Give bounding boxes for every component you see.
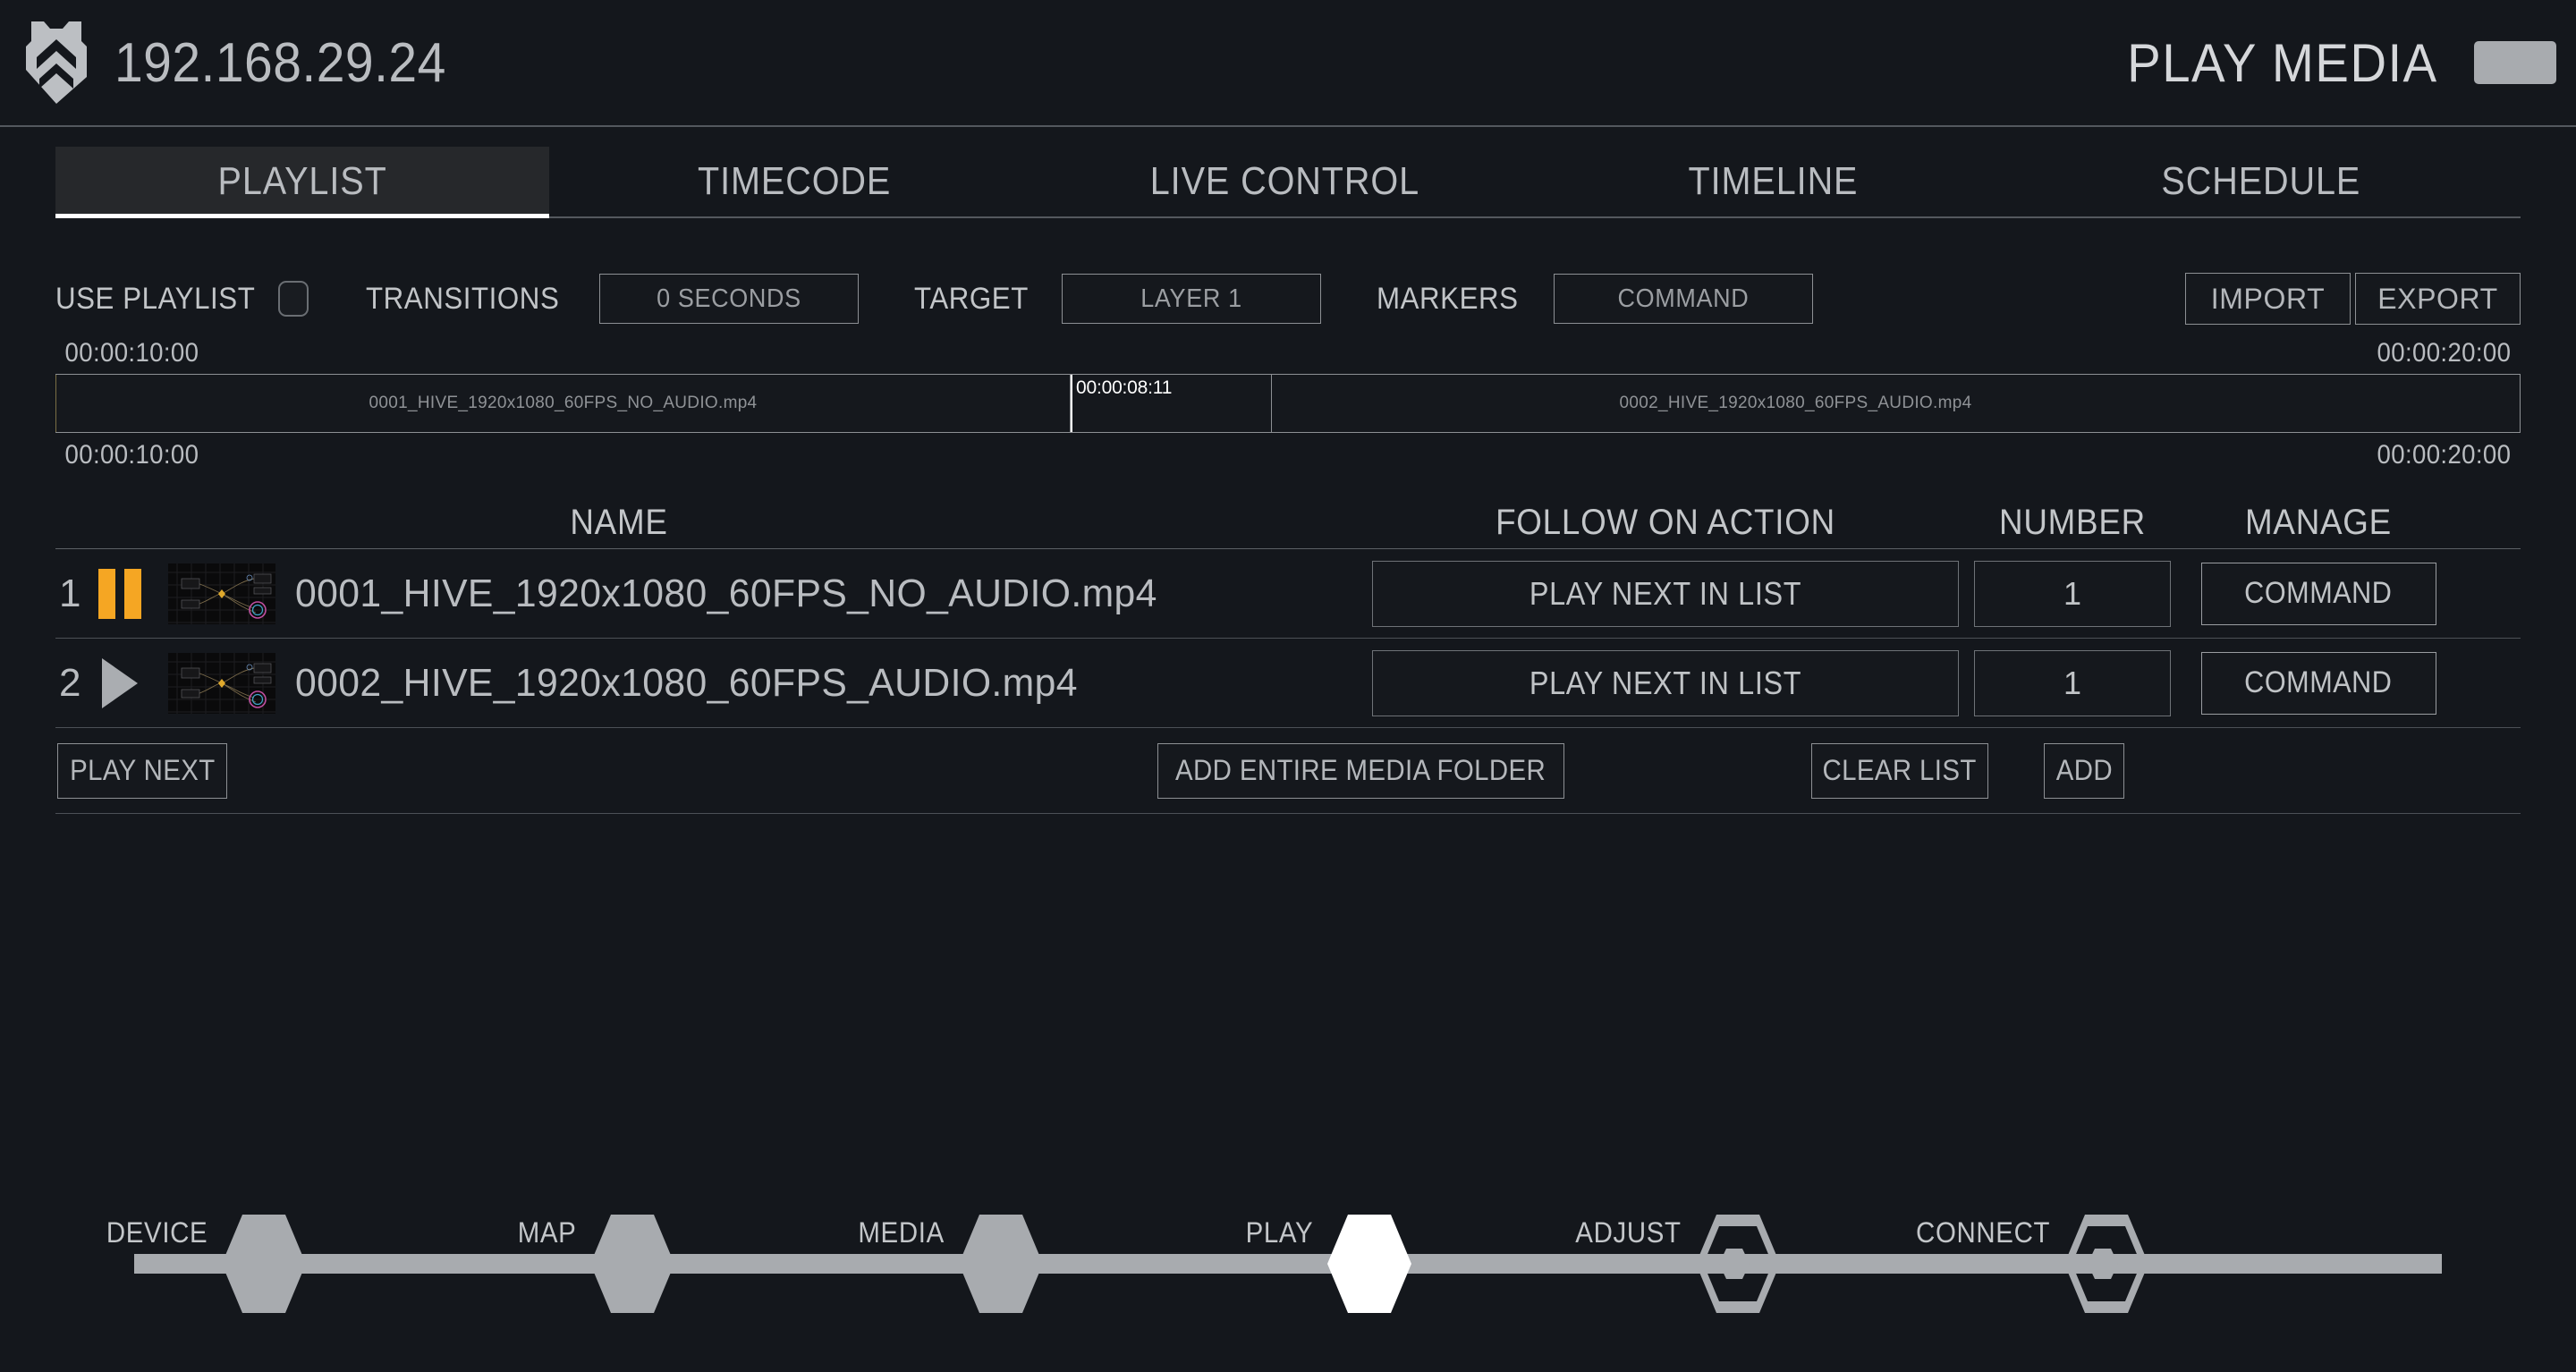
timeline-end-time-top: 00:00:20:00 — [2377, 338, 2512, 368]
transitions-label: TRANSITIONS — [365, 281, 560, 316]
export-label: EXPORT — [2377, 282, 2498, 315]
timeline-strip: 00:00:10:00 00:00:20:00 0001_HIVE_1920x1… — [55, 338, 2521, 470]
playlist-table: NAME FOLLOW ON ACTION NUMBER MANAGE 1 00… — [55, 494, 2521, 814]
tab-playlist[interactable]: PLAYLIST — [55, 147, 549, 218]
tab-live-control[interactable]: LIVE CONTROL — [1039, 147, 1530, 216]
hexagon-outline-icon — [1696, 1215, 1780, 1313]
playlist-footer-actions: PLAY NEXT ADD ENTIRE MEDIA FOLDER CLEAR … — [55, 728, 2521, 814]
timeline-clip-2[interactable]: 0002_HIVE_1920x1080_60FPS_AUDIO.mp4 — [1071, 375, 2521, 432]
playlist-row-2-number-cell: 1 — [1961, 649, 2184, 716]
playlist-row-2-command-button[interactable]: COMMAND — [2200, 651, 2436, 715]
playlist-row-1-name-cell: 1 0001_HIVE_1920x1080_60FPS_NO_AUDIO.mp4 — [55, 563, 1370, 624]
column-header-number: NUMBER — [1999, 503, 2146, 542]
add-entire-media-folder-button[interactable]: ADD ENTIRE MEDIA FOLDER — [1157, 742, 1564, 799]
playlist-row-2-index: 2 — [59, 660, 81, 705]
timeline-times-bottom: 00:00:10:00 00:00:20:00 — [55, 440, 2521, 470]
playlist-header-row: NAME FOLLOW ON ACTION NUMBER MANAGE — [55, 494, 2521, 549]
timeline-clip-1[interactable]: 0001_HIVE_1920x1080_60FPS_NO_AUDIO.mp4 — [55, 375, 1071, 432]
target-value: LAYER 1 — [1140, 284, 1242, 313]
playlist-row-1-index: 1 — [59, 571, 81, 615]
video-thumbnail[interactable] — [168, 652, 275, 714]
table-row[interactable]: 1 0001_HIVE_1920x1080_60FPS_NO_AUDIO.mp4… — [55, 549, 2521, 639]
hexagon-filled-icon — [590, 1215, 674, 1313]
clear-list-button[interactable]: CLEAR LIST — [1811, 742, 1988, 799]
use-playlist-label: USE PLAYLIST — [55, 281, 256, 316]
timeline-start-time-bottom: 00:00:10:00 — [64, 440, 199, 470]
wizard-step-map-label: MAP — [517, 1216, 576, 1249]
playlist-control-strip: USE PLAYLIST TRANSITIONS 0 SECONDS TARGE… — [55, 273, 2521, 325]
tab-schedule[interactable]: SCHEDULE — [2017, 147, 2504, 216]
playlist-row-2-number-input[interactable]: 1 — [1974, 649, 2171, 716]
wizard-step-connect-label: CONNECT — [1915, 1216, 2050, 1249]
import-button[interactable]: IMPORT — [2185, 273, 2351, 325]
setup-wizard-stepper: DEVICE MAP MEDIA PLAY ADJUST CONNECT — [106, 1173, 2442, 1317]
video-thumbnail[interactable] — [168, 563, 275, 624]
tab-schedule-label: SCHEDULE — [2161, 159, 2360, 203]
hexagon-current-icon — [1327, 1215, 1411, 1313]
markers-value: COMMAND — [1617, 284, 1750, 313]
playlist-row-1-action-cell: PLAY NEXT IN LIST — [1370, 560, 1961, 627]
playlist-row-2-follow-on-action-select[interactable]: PLAY NEXT IN LIST — [1372, 649, 1959, 716]
timeline-times-top: 00:00:10:00 00:00:20:00 — [55, 338, 2521, 368]
playlist-row-2-action-cell: PLAY NEXT IN LIST — [1370, 649, 1961, 716]
target-select[interactable]: LAYER 1 — [1061, 274, 1321, 324]
hexagon-filled-icon — [222, 1215, 306, 1313]
timeline-clip-2-label: 0002_HIVE_1920x1080_60FPS_AUDIO.mp4 — [1619, 394, 1972, 412]
import-label: IMPORT — [2210, 282, 2326, 315]
playlist-row-2-manage-cell: COMMAND — [2184, 651, 2453, 715]
tab-timecode[interactable]: TIMECODE — [549, 147, 1039, 216]
page-title: PLAY MEDIA — [2127, 32, 2438, 93]
target-label: TARGET — [913, 281, 1029, 316]
wizard-step-device-label: DEVICE — [106, 1216, 208, 1249]
tab-timecode-label: TIMECODE — [697, 159, 892, 203]
playlist-row-1-command-button[interactable]: COMMAND — [2200, 562, 2436, 625]
playlist-row-2-name-cell: 2 0002_HIVE_1920x1080_60FPS_AUDIO.mp4 — [55, 652, 1370, 714]
markers-select[interactable]: COMMAND — [1554, 274, 1814, 324]
export-button[interactable]: EXPORT — [2355, 273, 2521, 325]
menu-button[interactable] — [2474, 41, 2556, 84]
wizard-step-play-label: PLAY — [1245, 1216, 1313, 1249]
timeline-end-time-bottom: 00:00:20:00 — [2377, 440, 2512, 470]
playlist-row-1-filename: 0001_HIVE_1920x1080_60FPS_NO_AUDIO.mp4 — [295, 571, 1157, 615]
add-button[interactable]: ADD — [2044, 742, 2124, 799]
tab-timeline-label: TIMELINE — [1688, 159, 1859, 203]
import-export-group: IMPORT EXPORT — [2185, 273, 2521, 325]
markers-label: MARKERS — [1376, 281, 1519, 316]
pause-icon[interactable] — [98, 568, 154, 619]
hexagon-outline-icon — [2064, 1215, 2148, 1313]
timeline-clip-1-label: 0001_HIVE_1920x1080_60FPS_NO_AUDIO.mp4 — [369, 394, 758, 412]
playlist-row-1-number-input[interactable]: 1 — [1974, 560, 2171, 627]
transitions-value: 0 SECONDS — [657, 284, 801, 313]
playlist-row-2-filename: 0002_HIVE_1920x1080_60FPS_AUDIO.mp4 — [295, 660, 1078, 705]
column-header-manage: MANAGE — [2245, 503, 2392, 542]
app-header: 192.168.29.24 PLAY MEDIA — [0, 0, 2576, 127]
timeline-playhead-timecode: 00:00:08:11 — [1076, 377, 1173, 398]
playlist-row-1-manage-cell: COMMAND — [2184, 562, 2453, 625]
play-next-button[interactable]: PLAY NEXT — [57, 742, 227, 799]
wizard-step-media-label: MEDIA — [858, 1216, 945, 1249]
tab-live-control-label: LIVE CONTROL — [1149, 159, 1419, 203]
timeline-playhead[interactable]: 00:00:08:11 — [1071, 375, 1172, 432]
hexagon-filled-icon — [959, 1215, 1043, 1313]
playlist-row-1-follow-on-action-select[interactable]: PLAY NEXT IN LIST — [1372, 560, 1959, 627]
column-header-follow-on-action: FOLLOW ON ACTION — [1496, 503, 1835, 542]
timeline-track[interactable]: 0001_HIVE_1920x1080_60FPS_NO_AUDIO.mp4 0… — [55, 374, 2521, 433]
timeline-start-time-top: 00:00:10:00 — [64, 338, 199, 368]
transitions-select[interactable]: 0 SECONDS — [598, 274, 859, 324]
hive-shield-logo-icon — [26, 21, 87, 104]
use-playlist-toggle[interactable] — [277, 281, 309, 317]
play-icon[interactable] — [98, 657, 154, 708]
table-row[interactable]: 2 0002_HIVE_1920x1080_60FPS_AUDIO.mp4 PL… — [55, 639, 2521, 728]
playlist-row-1-number-cell: 1 — [1961, 560, 2184, 627]
tab-playlist-label: PLAYLIST — [217, 159, 387, 203]
ip-address: 192.168.29.24 — [114, 31, 446, 94]
main-tabs: PLAYLIST TIMECODE LIVE CONTROL TIMELINE … — [55, 147, 2521, 218]
column-header-name: NAME — [570, 503, 668, 542]
wizard-step-adjust-label: ADJUST — [1575, 1216, 1682, 1249]
tab-timeline[interactable]: TIMELINE — [1530, 147, 2017, 216]
